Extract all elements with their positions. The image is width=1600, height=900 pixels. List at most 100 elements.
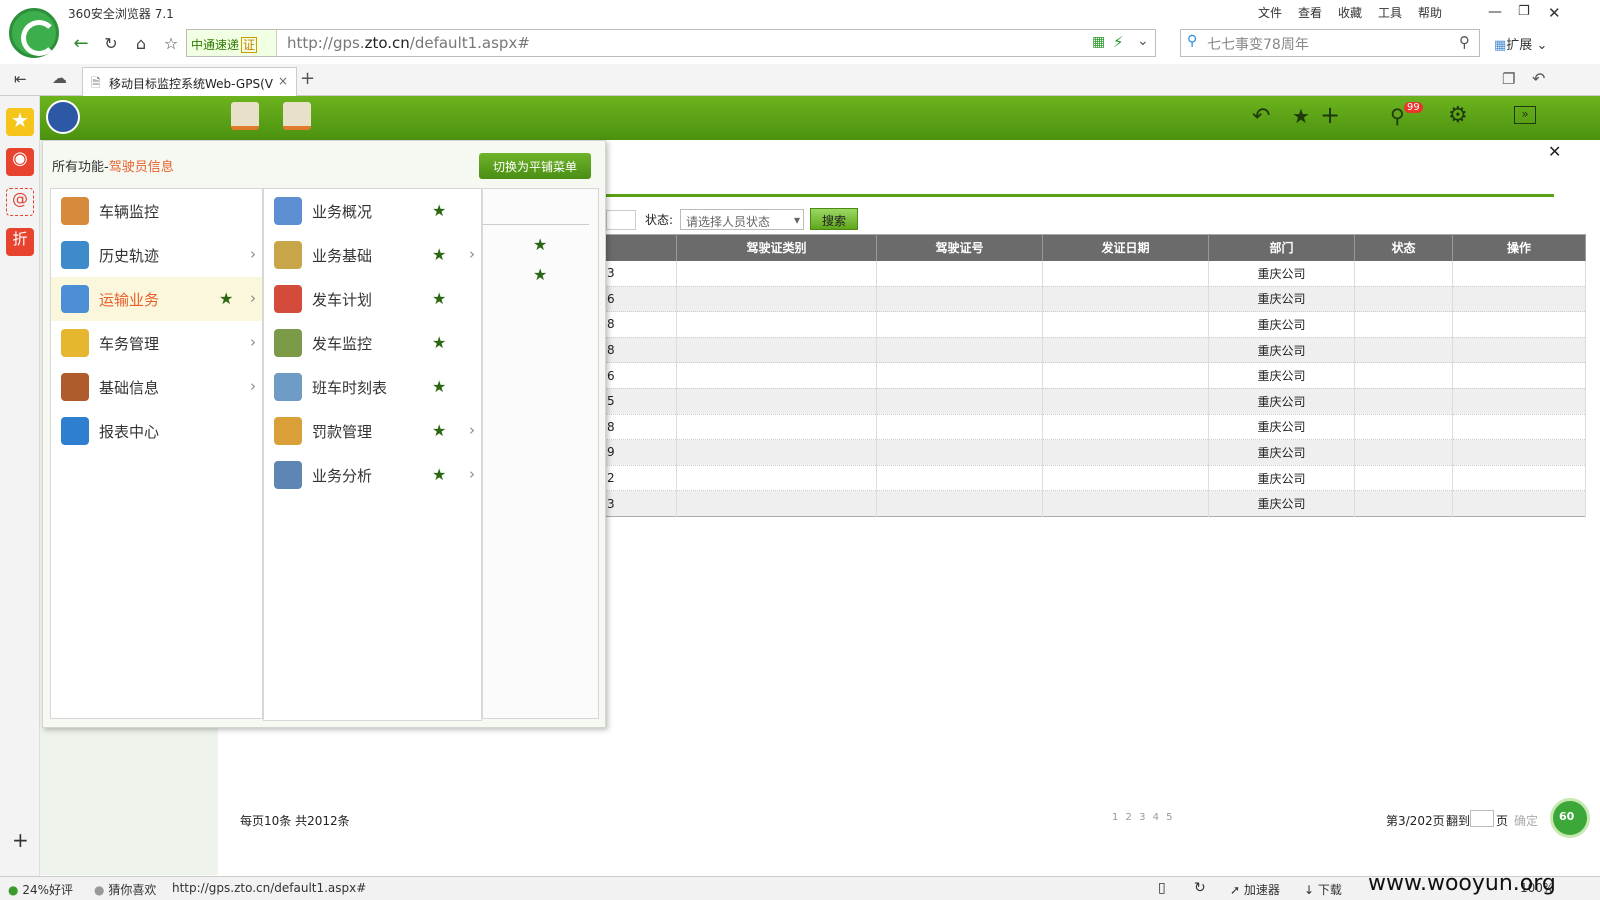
expand-icon[interactable]: » (1514, 106, 1536, 124)
pin-add-icon[interactable]: ★ (533, 235, 547, 254)
table-row[interactable]: 6 重庆公司 (604, 286, 1586, 313)
select-arrow-icon: ▾ (793, 213, 800, 227)
table-row[interactable]: 6 重庆公司 (604, 362, 1586, 389)
undo-close-icon[interactable]: ↶ (1532, 69, 1545, 88)
menu-level2-item[interactable]: 发车监控 ★ (264, 321, 481, 365)
table-row[interactable]: 3 重庆公司 (604, 490, 1586, 517)
menu-level2-item[interactable]: 业务分析 ★ › (264, 453, 481, 497)
new-tab-icon[interactable]: + (300, 68, 315, 89)
pin-star-icon[interactable]: ★ (219, 289, 233, 308)
menu-level1-item[interactable]: 历史轨迹 › (51, 233, 262, 277)
pin-star-icon[interactable]: ★ (432, 333, 446, 352)
menu-level2-item[interactable]: 业务概况 ★ (264, 189, 481, 233)
sidebar-toggle-icon[interactable]: ⇤ (14, 70, 27, 88)
menu-view[interactable]: 查看 (1298, 4, 1322, 21)
pin-star-icon[interactable]: ★ (432, 201, 446, 220)
maximize-icon[interactable]: ❐ (1518, 4, 1530, 19)
table-row[interactable]: 5 重庆公司 (604, 388, 1586, 415)
table-row[interactable]: 8 重庆公司 (604, 337, 1586, 364)
favorite-star-icon[interactable]: ☆ (160, 30, 182, 56)
qr-icon[interactable]: ▦ (1092, 34, 1105, 50)
cell-department: 重庆公司 (1208, 490, 1355, 517)
pin-remove-icon[interactable]: ★ (533, 265, 547, 284)
menu-level1-item[interactable]: 车辆监控 (51, 189, 262, 233)
table-row[interactable]: 3 重庆公司 (604, 260, 1586, 287)
close-window-icon[interactable]: ✕ (1548, 4, 1561, 22)
minimize-icon[interactable]: — (1488, 4, 1502, 20)
mail-icon[interactable]: @ (6, 188, 34, 216)
tab-close-icon[interactable]: × (278, 74, 288, 88)
table-row[interactable]: 9 重庆公司 (604, 439, 1586, 466)
menu-level1-item[interactable]: 车务管理 › (51, 321, 262, 365)
refresh-status-icon[interactable]: ↻ (1194, 880, 1206, 896)
url-text[interactable]: http://gps.zto.cn/default1.aspx# (287, 34, 530, 52)
pin-star-icon[interactable]: ★ (432, 245, 446, 264)
search-button[interactable]: 搜索 (810, 208, 858, 230)
lightning-icon[interactable]: ⚡ (1113, 33, 1124, 51)
menu-level1-item[interactable]: 报表中心 (51, 409, 262, 453)
home-icon[interactable]: ⌂ (130, 30, 152, 56)
refresh-icon[interactable]: ↻ (100, 30, 122, 56)
pager-pages[interactable]: 1 2 3 4 5 (1112, 812, 1175, 823)
col-status[interactable]: 状态 (1354, 234, 1453, 261)
pin-star-icon[interactable]: ★ (1292, 104, 1310, 128)
pin-star-icon[interactable]: ★ (432, 289, 446, 308)
menu-favorites[interactable]: 收藏 (1338, 4, 1362, 21)
ssl-indicator[interactable]: 中通速递证 (187, 30, 277, 56)
extensions-button[interactable]: ▦扩展 ⌄ (1494, 34, 1547, 53)
rating[interactable]: ● 24%好评 (8, 881, 73, 898)
message-icon[interactable]: ⚲ (1390, 104, 1405, 128)
col-issue-date[interactable]: 发证日期 (1042, 234, 1209, 261)
search-box[interactable]: ⚲ 七七事变78周年 ⚲ (1180, 29, 1480, 57)
mobile-icon[interactable]: ▯ (1158, 880, 1166, 896)
quick-monitor-icon[interactable] (283, 102, 311, 130)
address-bar[interactable]: 中通速递证 http://gps.zto.cn/default1.aspx# ▦… (186, 29, 1156, 57)
menu-level1-item[interactable]: 基础信息 › (51, 365, 262, 409)
speed-badge[interactable]: 60 (1550, 798, 1590, 838)
menu-level2-item[interactable]: 班车时刻表 ★ (264, 365, 481, 409)
pin-star-icon[interactable]: ★ (432, 465, 446, 484)
cloud-icon[interactable]: ☁ (52, 69, 67, 87)
tab-active[interactable]: 🗎 移动目标监控系统Web-GPS(V × (82, 67, 297, 96)
back-arrow-icon[interactable]: ↶ (1252, 104, 1270, 129)
favorites-star-icon[interactable]: ★ (6, 108, 34, 136)
pin-star-icon[interactable]: ★ (432, 421, 446, 440)
menu-file[interactable]: 文件 (1258, 4, 1282, 21)
cell-status (1354, 260, 1453, 287)
dropdown-icon[interactable]: ⌄ (1137, 33, 1149, 49)
col-department[interactable]: 部门 (1208, 234, 1355, 261)
quick-vehicle-monitor-icon[interactable] (231, 102, 259, 130)
filter-input[interactable] (606, 210, 636, 230)
accelerator-button[interactable]: ➚ 加速器 (1230, 881, 1280, 898)
menu-level2-item[interactable]: 发车计划 ★ (264, 277, 481, 321)
settings-gear-icon[interactable]: ⚙ (1448, 103, 1468, 128)
pager-goto-input[interactable] (1470, 810, 1494, 827)
cell-id: 2 (604, 465, 677, 492)
menu-level2-item[interactable]: 罚款管理 ★ › (264, 409, 481, 453)
add-icon[interactable]: + (1320, 101, 1340, 129)
status-select[interactable]: 请选择人员状态 ▾ (680, 209, 804, 230)
search-input[interactable]: 七七事变78周年 (1207, 34, 1309, 54)
menu-help[interactable]: 帮助 (1418, 4, 1442, 21)
table-row[interactable]: 8 重庆公司 (604, 414, 1586, 441)
pin-star-icon[interactable]: ★ (432, 377, 446, 396)
table-row[interactable]: 2 重庆公司 (604, 465, 1586, 492)
tab-list-icon[interactable]: ❐ (1502, 70, 1515, 88)
search-engine-icon[interactable]: ⚲ (1187, 33, 1197, 49)
table-row[interactable]: 8 重庆公司 (604, 311, 1586, 338)
discount-icon[interactable]: 折 (6, 228, 34, 256)
menu-level2-item[interactable]: 业务基础 ★ › (264, 233, 481, 277)
switch-menu-button[interactable]: 切换为平铺菜单 (479, 153, 591, 179)
menu-tools[interactable]: 工具 (1378, 4, 1402, 21)
col-license-type[interactable]: 驾驶证类别 (676, 234, 877, 261)
search-icon[interactable]: ⚲ (1459, 33, 1470, 51)
download-button[interactable]: ↓ 下载 (1304, 881, 1342, 898)
pager-confirm[interactable]: 确定 (1514, 812, 1538, 829)
back-icon[interactable]: ← (70, 30, 92, 56)
col-license-no[interactable]: 驾驶证号 (876, 234, 1043, 261)
menu-level1-item[interactable]: 运输业务 ★ › (51, 277, 262, 321)
weibo-icon[interactable]: ◉ (6, 148, 34, 176)
guess-like[interactable]: ● 猜你喜欢 (94, 881, 156, 898)
sidebar-add-icon[interactable]: + (12, 828, 29, 852)
close-panel-icon[interactable]: ✕ (1548, 142, 1561, 161)
